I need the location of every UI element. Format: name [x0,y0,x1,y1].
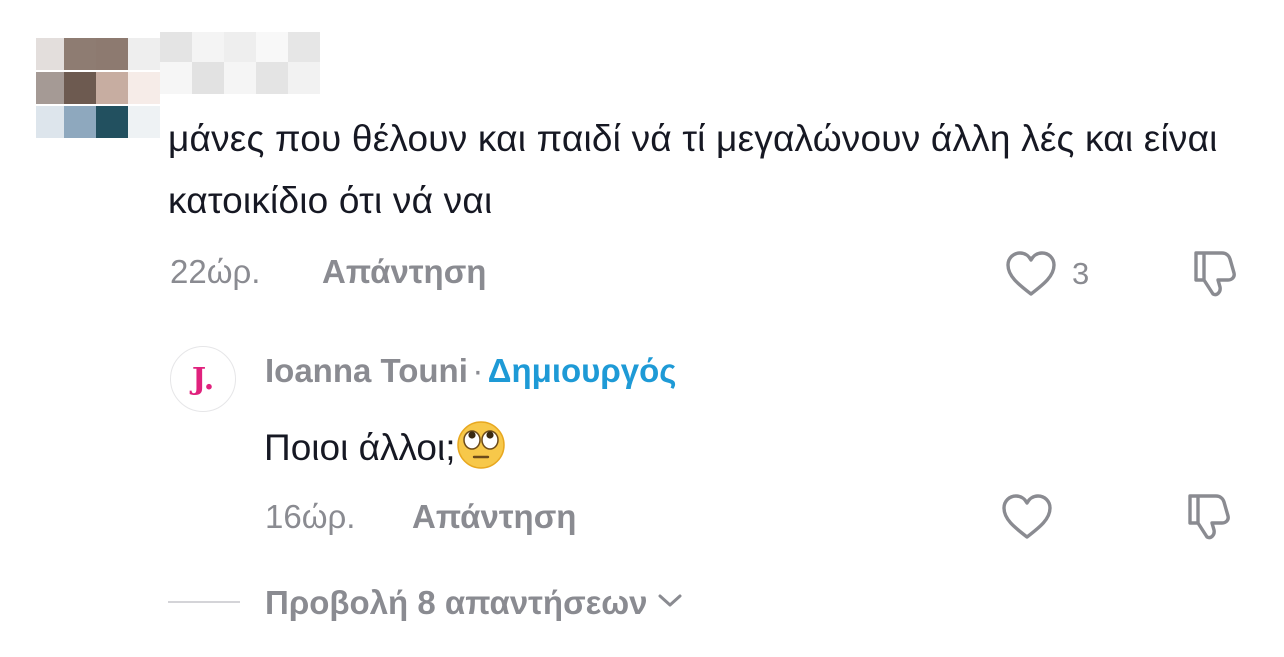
commenter-avatar-pixelated[interactable] [36,38,161,138]
heart-outline-icon[interactable] [1004,250,1058,298]
thumbs-down-icon[interactable] [1186,247,1240,299]
separator-dot: · [472,352,484,389]
reply-button[interactable]: Απάντηση [322,253,486,291]
eye-roll-emoji-icon [456,420,506,470]
view-replies-button[interactable]: Προβολή 8 απαντήσεων [265,584,684,622]
thumbs-down-icon[interactable] [1180,490,1234,542]
reply-timestamp: 16ώρ. [265,498,356,535]
view-replies-label: Προβολή 8 απαντήσεων [265,584,648,621]
comment-timestamp: 22ώρ. [170,253,261,290]
creator-header: Ioanna Touni · Δημιουργός [265,352,676,390]
like-count: 3 [1072,256,1090,291]
chevron-down-icon [656,592,684,615]
creator-avatar-letter: J. [191,361,215,397]
comment-text: μάνες που θέλουν και παιδί νά τί μεγαλών… [168,118,1218,221]
commenter-username-pixelated[interactable] [160,32,322,94]
heart-outline-icon[interactable] [1000,493,1054,541]
creator-avatar[interactable]: J. [170,346,236,412]
replies-divider [168,601,240,603]
creator-badge: Δημιουργός [487,352,677,389]
creator-username[interactable]: Ioanna Touni [265,352,468,389]
reply-reply-button[interactable]: Απάντηση [412,498,576,536]
reply-text: Ποιοι άλλοι; [264,427,456,468]
reply-body: Ποιοι άλλοι; [264,420,506,470]
